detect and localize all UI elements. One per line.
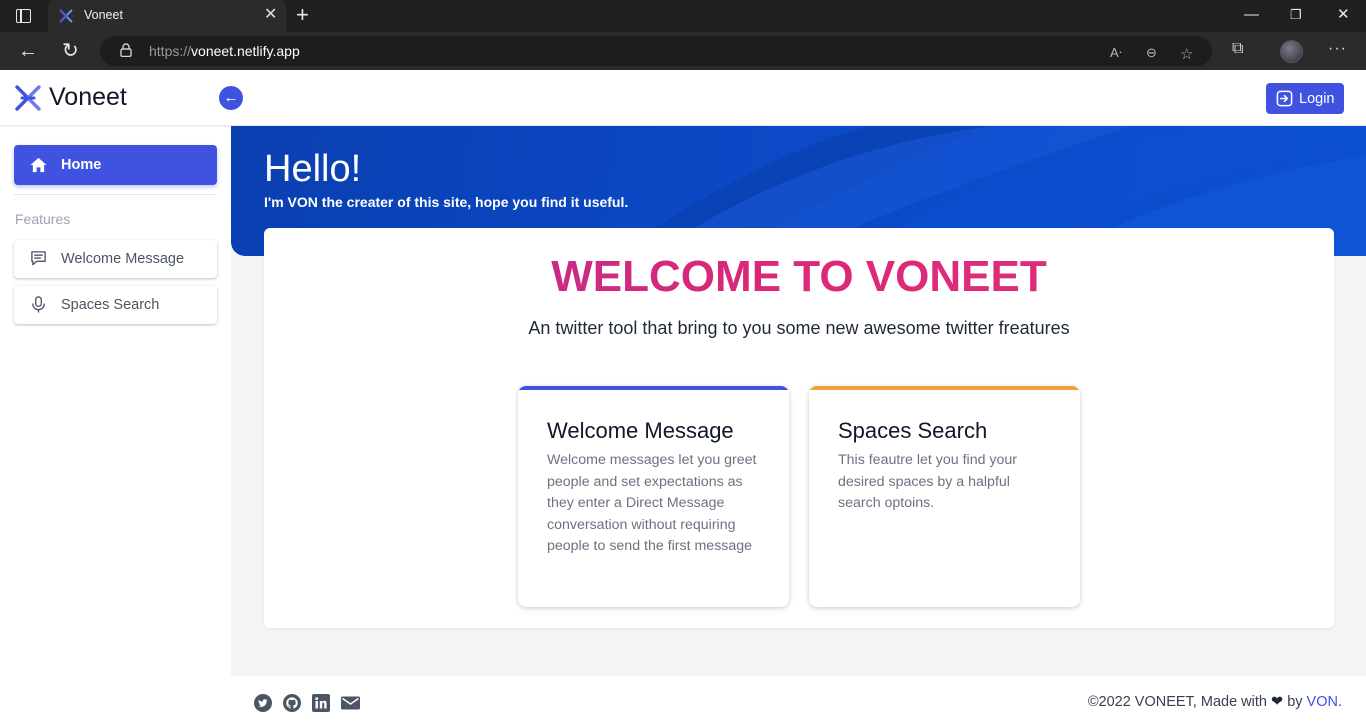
sidebar-icon[interactable] xyxy=(16,9,31,23)
voneet-logo-icon xyxy=(15,85,41,111)
github-icon[interactable] xyxy=(283,694,301,712)
feature-card-title: Welcome Message xyxy=(547,418,734,443)
login-label: Login xyxy=(1299,91,1335,107)
sidebar-item-welcome-message[interactable]: Welcome Message xyxy=(14,240,217,278)
sidebar-item-label: Spaces Search xyxy=(61,297,160,313)
welcome-card: WELCOME TO VONEET An twitter tool that b… xyxy=(264,228,1334,628)
restore-icon[interactable]: ❐ xyxy=(1290,5,1302,25)
favorites-icon[interactable]: ☆ xyxy=(1180,45,1193,63)
feature-card-spaces-search[interactable]: Spaces Search This feautre let you find … xyxy=(809,386,1080,607)
lock-icon xyxy=(120,43,132,57)
address-bar: ← ↻ https://voneet.netlify.app Aᐧ ⊖ ☆ xyxy=(0,32,1366,70)
close-icon[interactable]: ✕ xyxy=(264,6,277,24)
app-header: Voneet ← Login xyxy=(0,70,1366,126)
footer-copyright: ©2022 VONEET, Made with ❤ by VON. xyxy=(1088,694,1342,710)
linkedin-icon[interactable] xyxy=(312,694,330,712)
message-icon xyxy=(31,251,46,266)
back-icon[interactable]: ← xyxy=(18,39,38,63)
feature-card-description: This feautre let you find your desired s… xyxy=(838,452,1018,512)
heart-icon: ❤ xyxy=(1271,694,1284,710)
by-text: by xyxy=(1287,694,1303,710)
period-text: . xyxy=(1337,694,1342,710)
voneet-favicon-icon xyxy=(59,9,73,23)
feature-card-title: Spaces Search xyxy=(838,418,988,443)
minimize-icon[interactable]: — xyxy=(1244,5,1259,25)
browser-tab[interactable]: Voneet ✕ xyxy=(48,0,286,32)
refresh-icon[interactable]: ↻ xyxy=(62,39,79,63)
login-icon xyxy=(1276,90,1293,107)
tab-title: Voneet xyxy=(84,8,123,22)
sidebar: Home Features Welcome Message Spaces Sea… xyxy=(0,127,231,728)
read-aloud-icon[interactable]: Aᐧ xyxy=(1110,45,1122,61)
sidebar-item-label: Welcome Message xyxy=(61,251,185,267)
card-accent-bar xyxy=(518,386,789,390)
welcome-tagline: An twitter tool that bring to you some n… xyxy=(528,318,1070,338)
collapse-sidebar-button[interactable]: ← xyxy=(219,86,243,110)
feature-card-description: Welcome messages let you greet people an… xyxy=(547,452,757,555)
email-icon[interactable] xyxy=(341,694,360,712)
features-section-label: Features xyxy=(15,211,71,227)
extensions-icon[interactable]: ⧉ xyxy=(1232,40,1243,58)
profile-avatar[interactable] xyxy=(1280,40,1303,63)
footer: ©2022 VONEET, Made with ❤ by VON. xyxy=(231,676,1366,728)
author-link[interactable]: VON xyxy=(1307,694,1338,710)
sidebar-item-label: Home xyxy=(61,157,102,173)
sidebar-item-spaces-search[interactable]: Spaces Search xyxy=(14,286,217,324)
sidebar-item-home[interactable]: Home xyxy=(14,145,217,185)
zoom-icon[interactable]: ⊖ xyxy=(1146,45,1157,61)
copyright-text: ©2022 VONEET, Made with xyxy=(1087,694,1267,710)
more-icon[interactable]: ··· xyxy=(1328,40,1347,58)
close-window-icon[interactable]: ✕ xyxy=(1337,5,1350,25)
browser-tab-bar: Voneet ✕ + — ❐ ✕ xyxy=(0,0,1366,32)
microphone-icon xyxy=(32,296,45,313)
brand-name[interactable]: Voneet xyxy=(49,83,127,112)
sidebar-divider xyxy=(14,194,217,195)
twitter-icon[interactable] xyxy=(254,694,272,712)
hero-subtitle: I'm VON the creater of this site, hope y… xyxy=(264,194,629,210)
hero-title: Hello! xyxy=(264,148,362,190)
card-accent-bar xyxy=(809,386,1080,390)
feature-card-welcome-message[interactable]: Welcome Message Welcome messages let you… xyxy=(518,386,789,607)
login-button[interactable]: Login xyxy=(1266,83,1344,114)
home-icon xyxy=(30,157,47,173)
new-tab-icon[interactable]: + xyxy=(296,3,309,27)
welcome-title: WELCOME TO VONEET xyxy=(264,252,1334,302)
url-text: https://voneet.netlify.app xyxy=(149,43,300,59)
url-field[interactable]: https://voneet.netlify.app Aᐧ ⊖ ☆ xyxy=(100,36,1212,66)
